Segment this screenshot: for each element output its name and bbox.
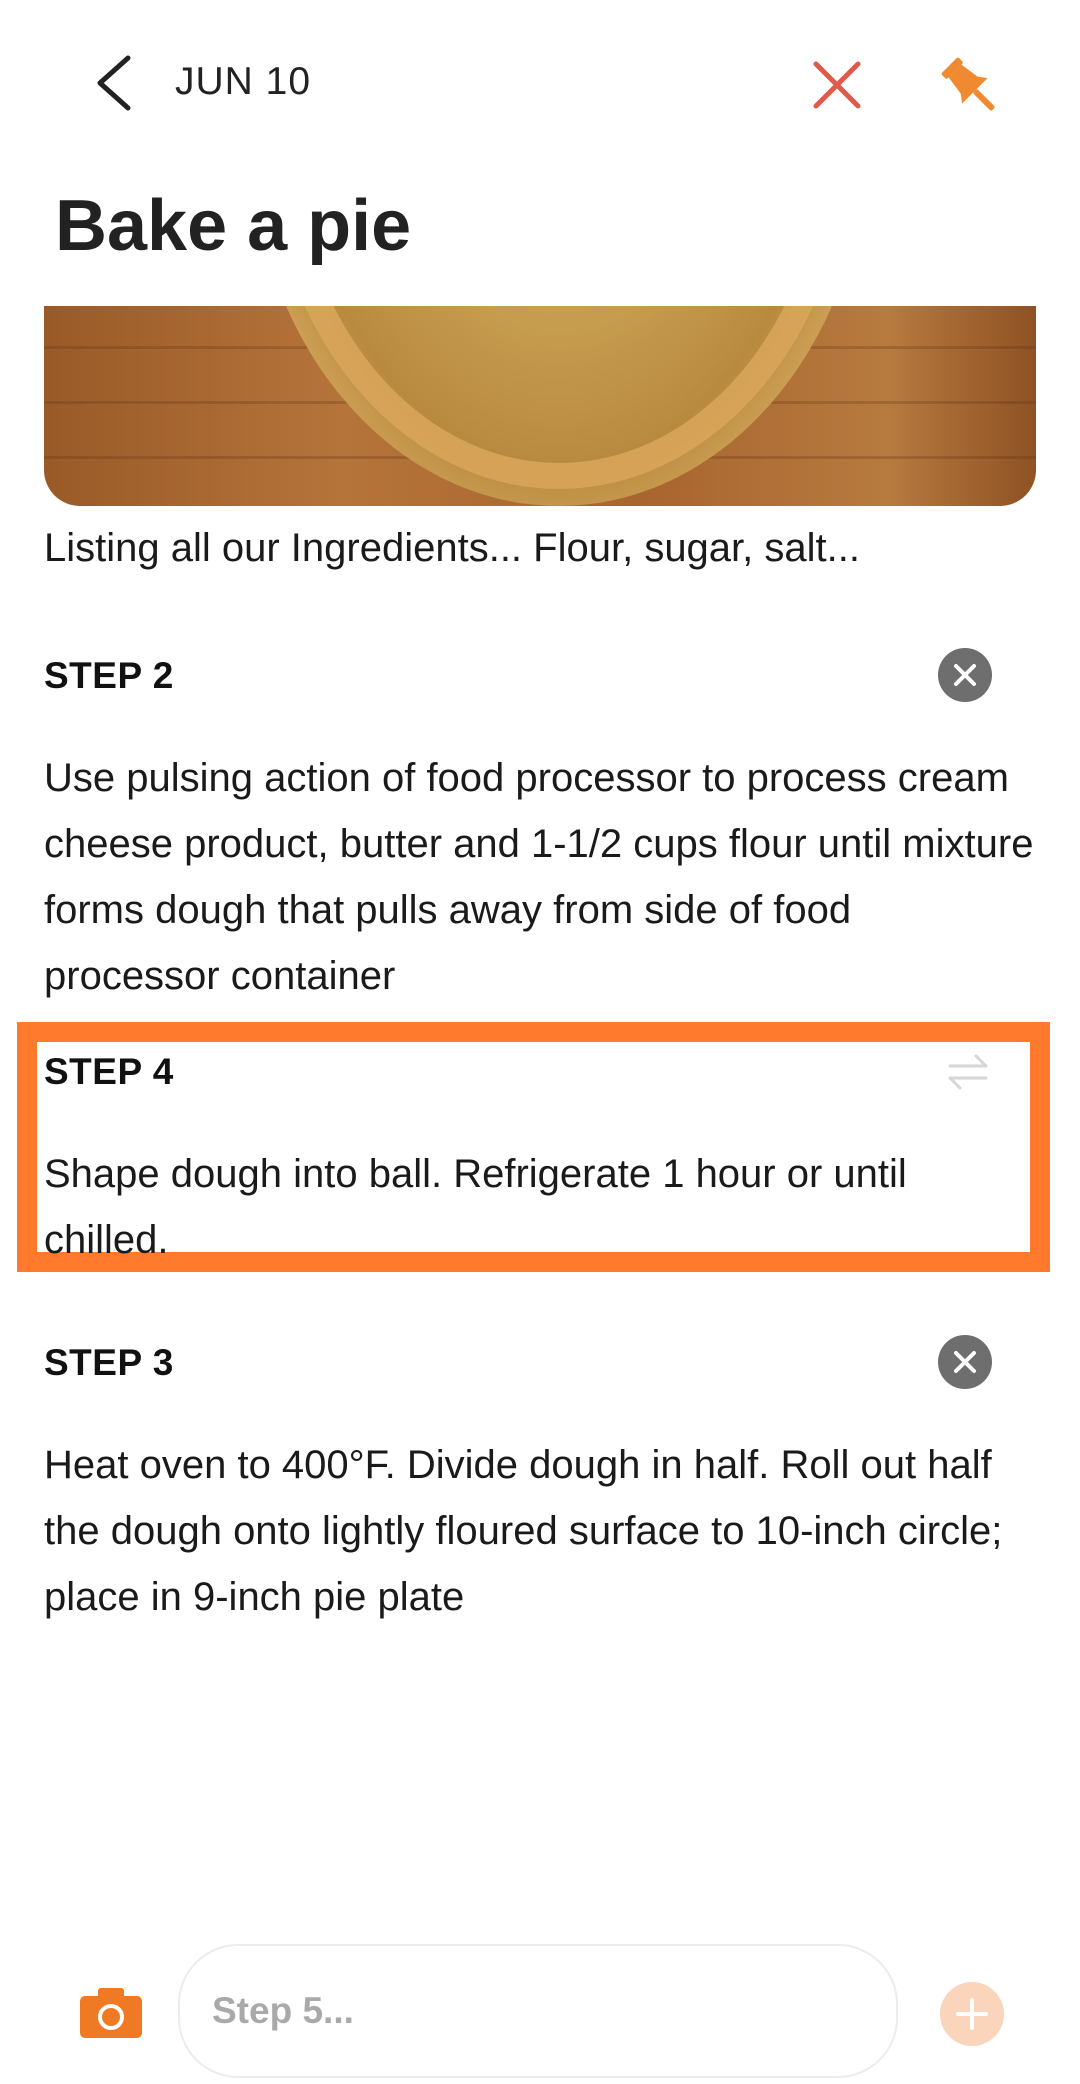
step-text[interactable]: Shape dough into ball. Refrigerate 1 hou…: [44, 1141, 974, 1273]
note-title: Bake a pie: [55, 186, 412, 266]
close-icon: [954, 1351, 976, 1373]
add-step-button[interactable]: [940, 1982, 1004, 2046]
step-text[interactable]: Heat oven to 400°F. Divide dough in half…: [44, 1432, 1034, 1630]
step-label: STEP 3: [44, 1342, 174, 1383]
camera-button[interactable]: [80, 1988, 142, 2038]
pin-button[interactable]: [932, 48, 1012, 128]
step-label: STEP 2: [44, 655, 174, 696]
pie-photo[interactable]: [44, 306, 1036, 506]
swap-icon: [948, 1054, 988, 1090]
ingredients-text[interactable]: Listing all our Ingredients... Flour, su…: [44, 526, 860, 571]
new-step-input[interactable]: [178, 1944, 898, 2078]
camera-icon: [80, 1988, 142, 2038]
step-label: STEP 4: [44, 1051, 174, 1092]
remove-step-button[interactable]: [938, 1335, 992, 1389]
plus-icon: [956, 1998, 988, 2030]
remove-step-button[interactable]: [938, 648, 992, 702]
discard-button[interactable]: [802, 50, 872, 120]
reorder-handle[interactable]: [946, 1050, 990, 1094]
pin-icon: [941, 57, 995, 111]
step-text[interactable]: Use pulsing action of food processor to …: [44, 745, 1034, 1009]
back-button[interactable]: [84, 48, 154, 118]
close-icon: [813, 61, 861, 109]
note-date: JUN 10: [175, 60, 312, 103]
chevron-left-icon: [97, 55, 131, 111]
close-icon: [954, 664, 976, 686]
